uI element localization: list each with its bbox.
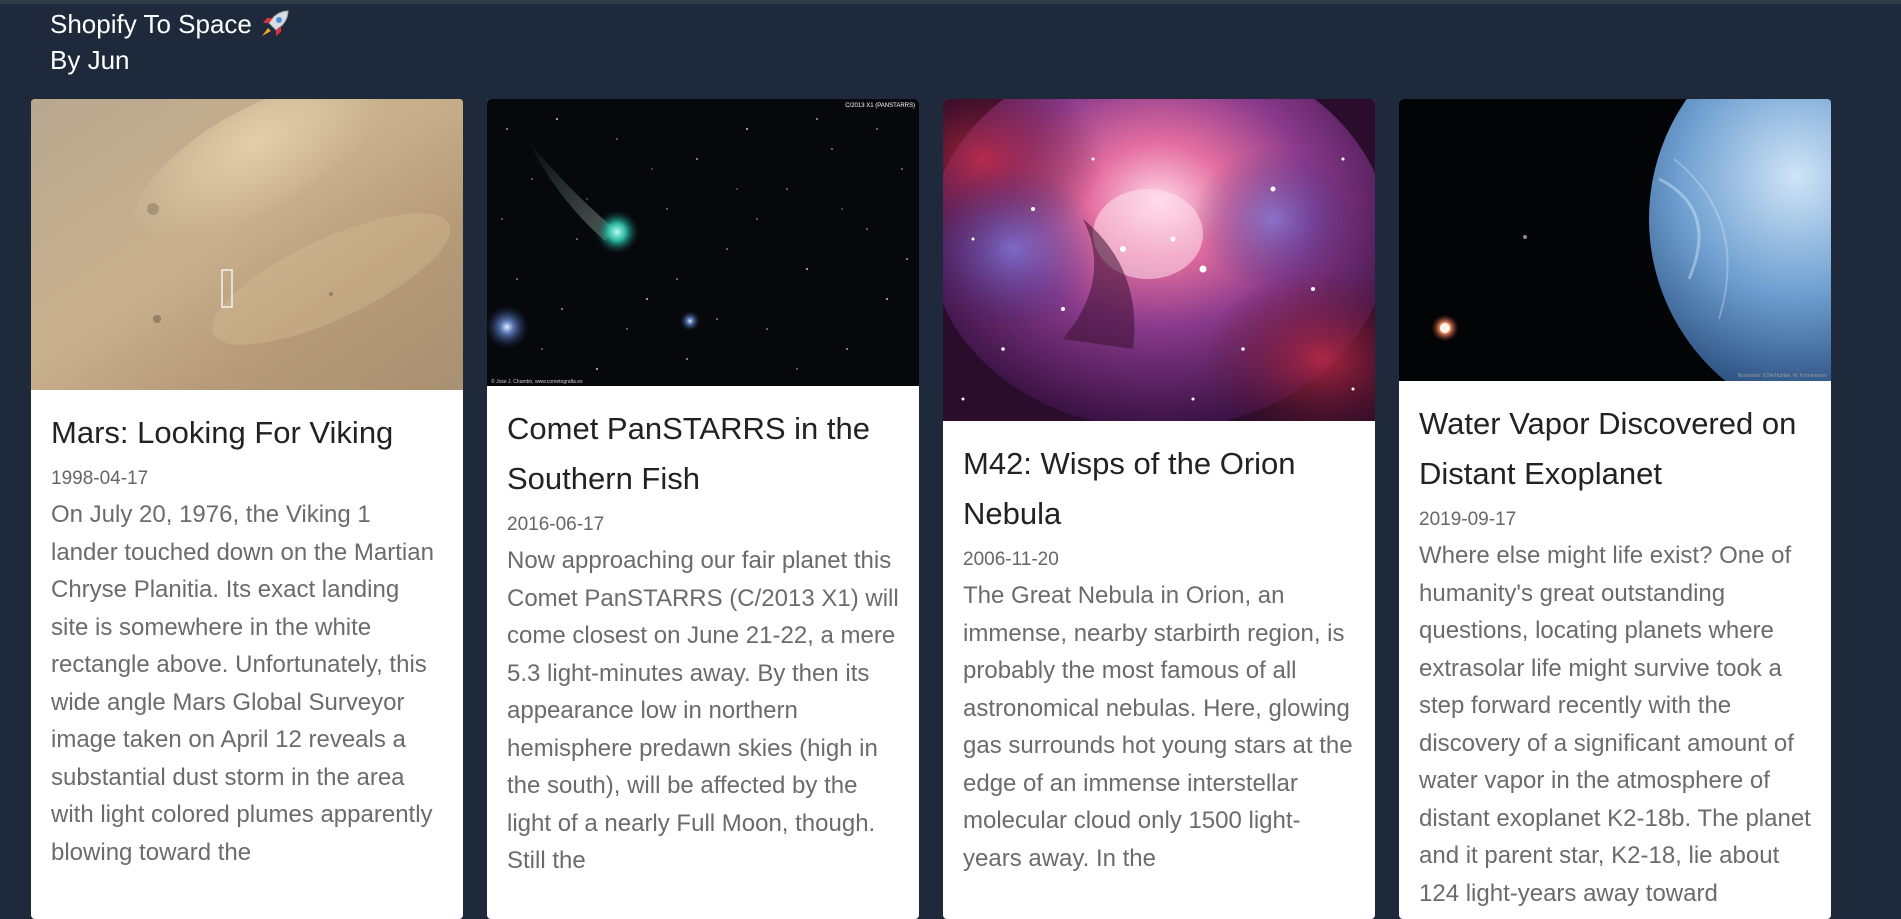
image-caption-bottom: © Jose J. Chambó, www.cometografia.es: [491, 378, 583, 385]
mars-surface-image: [31, 99, 463, 390]
card-date: 2019-09-17: [1419, 509, 1517, 530]
card-description: On July 20, 1976, the Viking 1 lander to…: [51, 501, 434, 866]
card-image[interactable]: Illustration: ESA/Hubble, M. Kornmesser: [1399, 99, 1831, 381]
card-title[interactable]: Water Vapor Discovered on Distant Exopla…: [1419, 399, 1811, 499]
apod-card[interactable]: Illustration: ESA/Hubble, M. Kornmesser …: [1399, 99, 1831, 919]
card-body: Water Vapor Discovered on Distant Exopla…: [1399, 381, 1831, 912]
card-body: M42: Wisps of the Orion Nebula 2006-11-2…: [943, 421, 1375, 877]
card-image[interactable]: [31, 99, 463, 390]
card-description: Now approaching our fair planet this Com…: [507, 547, 899, 874]
card-title[interactable]: Comet PanSTARRS in the Southern Fish: [507, 404, 899, 504]
card-date: 2016-06-17: [507, 514, 605, 535]
top-border: [0, 0, 1901, 4]
apod-card[interactable]: M42: Wisps of the Orion Nebula 2006-11-2…: [943, 99, 1375, 919]
image-caption-top: C/2013 X1 (PANSTARRS): [845, 103, 915, 109]
rocket-icon: [261, 10, 289, 36]
page-title: Shopify To Space: [50, 6, 292, 42]
comet-image: C/2013 X1 (PANSTARRS) © Jose J. Chambó, …: [487, 99, 919, 386]
card-image[interactable]: [943, 99, 1375, 421]
apod-card[interactable]: Mars: Looking For Viking 1998-04-17 On J…: [31, 99, 463, 919]
page-header: Shopify To Space By Jun: [50, 6, 292, 78]
card-title[interactable]: Mars: Looking For Viking: [51, 408, 443, 458]
card-date: 2006-11-20: [963, 549, 1059, 570]
apod-card[interactable]: C/2013 X1 (PANSTARRS) © Jose J. Chambó, …: [487, 99, 919, 919]
byline: By Jun: [50, 45, 130, 75]
orion-nebula-image: [943, 99, 1375, 421]
page-title-text: Shopify To Space: [50, 9, 252, 39]
card-image[interactable]: C/2013 X1 (PANSTARRS) © Jose J. Chambó, …: [487, 99, 919, 386]
card-description: Where else might life exist? One of huma…: [1419, 542, 1811, 907]
image-caption-bottom: Illustration: ESA/Hubble, M. Kornmesser: [1738, 373, 1828, 379]
card-body: Mars: Looking For Viking 1998-04-17 On J…: [31, 390, 463, 871]
card-date: 1998-04-17: [51, 468, 149, 489]
exoplanet-image: Illustration: ESA/Hubble, M. Kornmesser: [1399, 99, 1831, 381]
card-description: The Great Nebula in Orion, an immense, n…: [963, 582, 1353, 872]
card-body: Comet PanSTARRS in the Southern Fish 201…: [487, 386, 919, 880]
card-title[interactable]: M42: Wisps of the Orion Nebula: [963, 439, 1355, 539]
